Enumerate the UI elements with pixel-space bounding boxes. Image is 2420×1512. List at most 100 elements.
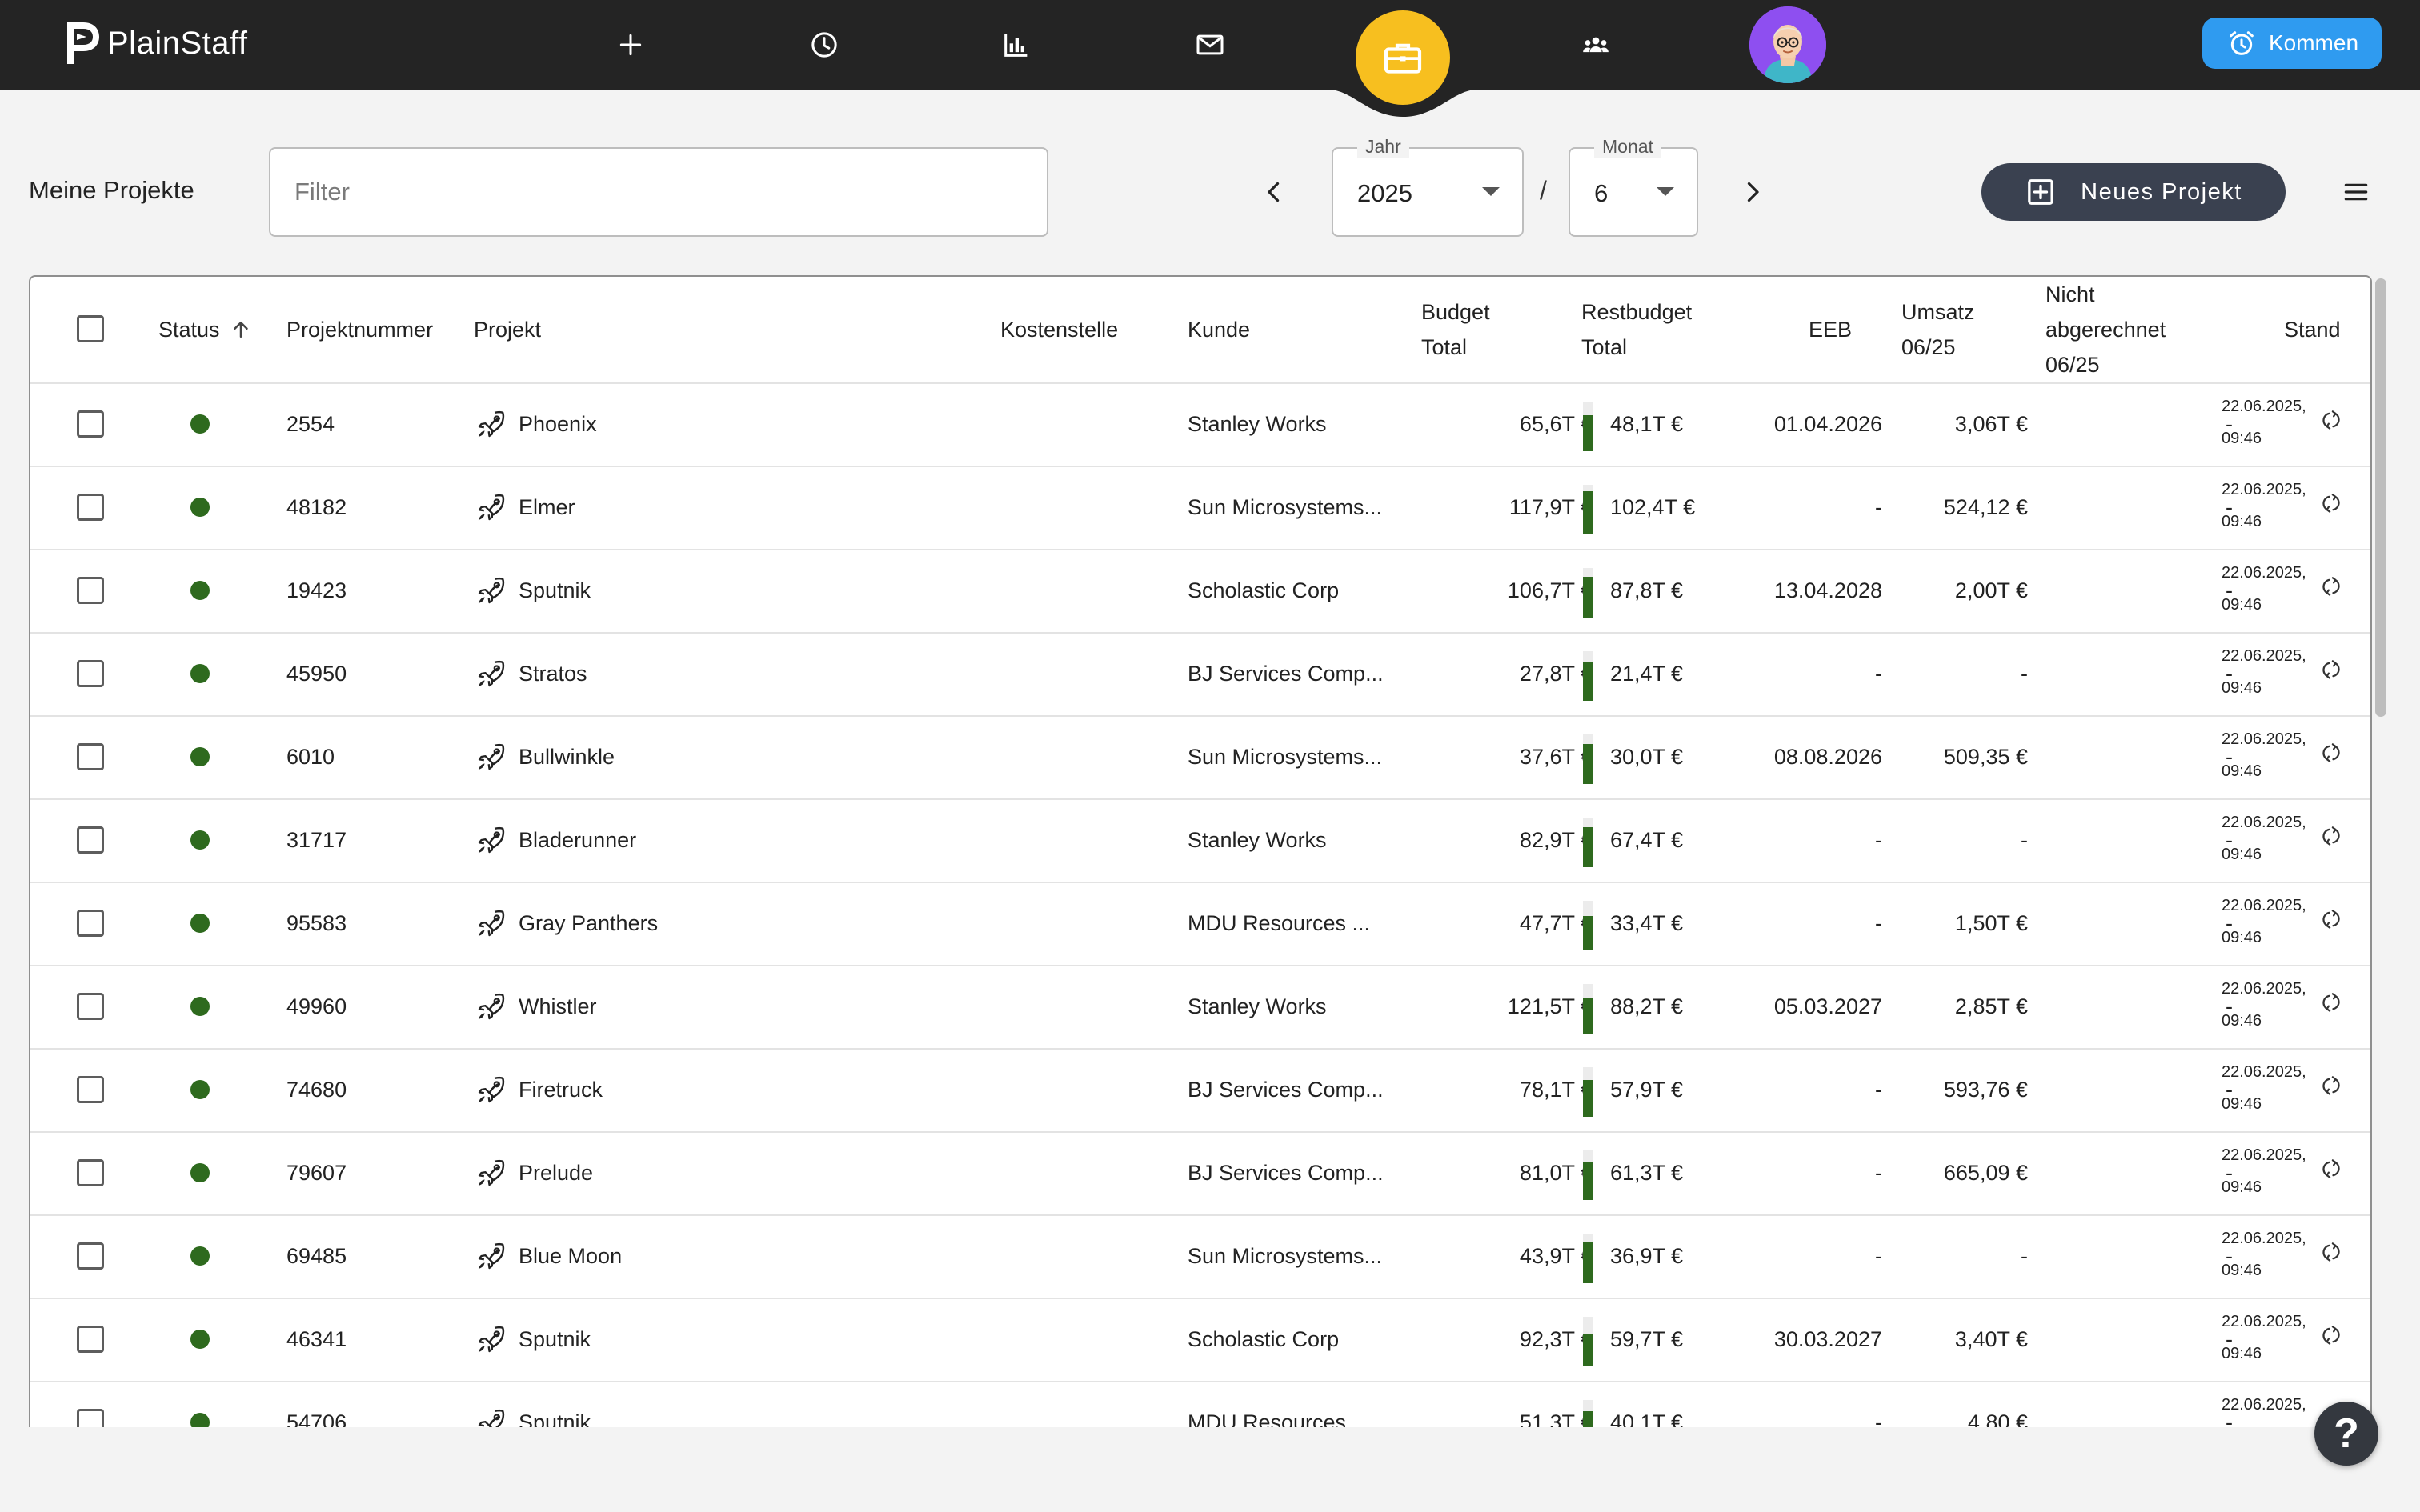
- projekt-cell[interactable]: Sputnik: [519, 1298, 591, 1381]
- table-row[interactable]: 79607 Prelude BJ Services Comp... 81,0T € 61…: [30, 1131, 2370, 1216]
- row-checkbox[interactable]: [77, 494, 104, 521]
- row-checkbox[interactable]: [77, 1409, 104, 1427]
- column-header-eeb[interactable]: EEB: [1809, 312, 1852, 347]
- menu-button[interactable]: [2332, 168, 2380, 216]
- kommen-button[interactable]: Kommen: [2202, 18, 2382, 69]
- refresh-icon[interactable]: [2319, 574, 2343, 598]
- table-row[interactable]: 69485 Blue Moon Sun Microsystems... 43,9T €…: [30, 1214, 2370, 1299]
- refresh-icon[interactable]: [2319, 824, 2343, 848]
- projekt-cell[interactable]: Blue Moon: [519, 1214, 622, 1298]
- projekt-cell[interactable]: Phoenix: [519, 382, 597, 466]
- column-header-status[interactable]: Status: [158, 312, 253, 347]
- refresh-icon[interactable]: [2319, 1074, 2343, 1098]
- rocket-icon: [475, 1240, 507, 1272]
- row-checkbox[interactable]: [77, 826, 104, 854]
- help-button[interactable]: ?: [2314, 1402, 2378, 1466]
- refresh-icon[interactable]: [2319, 408, 2343, 432]
- stand-time: 09:46: [2222, 1178, 2262, 1196]
- table-row[interactable]: 31717 Bladerunner Stanley Works 82,9T € 67,4…: [30, 798, 2370, 883]
- row-checkbox[interactable]: [77, 1326, 104, 1353]
- projektnummer-cell: 46341: [286, 1327, 347, 1351]
- refresh-icon[interactable]: [2319, 907, 2343, 931]
- nav-team-button[interactable]: [1572, 21, 1620, 69]
- next-period-button[interactable]: [1729, 168, 1777, 216]
- table-row[interactable]: 45950 Stratos BJ Services Comp... 27,8T € 21…: [30, 632, 2370, 717]
- projekt-cell[interactable]: Bullwinkle: [519, 715, 615, 798]
- column-header-stand[interactable]: Stand: [2284, 312, 2341, 347]
- row-checkbox[interactable]: [77, 410, 104, 438]
- user-avatar[interactable]: [1749, 6, 1826, 83]
- refresh-icon[interactable]: [2319, 1157, 2343, 1181]
- month-select[interactable]: Monat 6: [1569, 136, 1698, 237]
- column-header-projekt[interactable]: Projekt: [474, 312, 541, 347]
- refresh-icon[interactable]: [2319, 741, 2343, 765]
- eeb-cell: -: [1875, 1078, 1882, 1102]
- previous-period-button[interactable]: [1250, 168, 1298, 216]
- restbudget-bar: [1583, 901, 1593, 950]
- projekt-cell[interactable]: Stratos: [519, 632, 587, 715]
- rocket-icon: [475, 1323, 507, 1355]
- kommen-label: Kommen: [2268, 30, 2359, 55]
- vertical-scrollbar[interactable]: [2375, 278, 2386, 717]
- projekt-cell[interactable]: Sputnik: [519, 549, 591, 632]
- nav-add-button[interactable]: [607, 21, 655, 69]
- nav-projects-button[interactable]: [1356, 10, 1450, 105]
- table-row[interactable]: 6010 Bullwinkle Sun Microsystems... 37,6T €…: [30, 715, 2370, 800]
- projekt-cell[interactable]: Firetruck: [519, 1048, 603, 1131]
- table-row[interactable]: 74680 Firetruck BJ Services Comp... 78,1T €…: [30, 1048, 2370, 1133]
- row-checkbox[interactable]: [77, 660, 104, 687]
- row-checkbox[interactable]: [77, 993, 104, 1020]
- restbudget-bar-fill: [1583, 998, 1593, 1034]
- row-checkbox[interactable]: [77, 743, 104, 770]
- projekt-cell[interactable]: Sputnik: [519, 1381, 591, 1427]
- table-row[interactable]: 54706 Sputnik MDU Resources 51,3T € 40,1T € -…: [30, 1381, 2370, 1427]
- table-row[interactable]: 46341 Sputnik Scholastic Corp 92,3T € 59,7T …: [30, 1298, 2370, 1382]
- year-select[interactable]: Jahr 2025: [1332, 136, 1524, 237]
- row-checkbox[interactable]: [77, 1076, 104, 1103]
- column-header-restbudget[interactable]: Restbudget Total: [1581, 294, 1692, 365]
- table-row[interactable]: 2554 Phoenix Stanley Works 65,6T € 48,1T € 01…: [30, 382, 2370, 467]
- column-header-nicht-abgerechnet[interactable]: Nicht abgerechnet 06/25: [2045, 277, 2166, 382]
- column-header-umsatz[interactable]: Umsatz 06/25: [1901, 294, 1975, 365]
- projekt-cell[interactable]: Gray Panthers: [519, 882, 658, 965]
- refresh-icon[interactable]: [2319, 491, 2343, 515]
- column-header-projektnummer[interactable]: Projektnummer: [286, 312, 433, 347]
- filter-field[interactable]: [269, 147, 1048, 237]
- select-all-checkbox[interactable]: [77, 315, 104, 342]
- projekt-cell[interactable]: Whistler: [519, 965, 597, 1048]
- nav-reports-button[interactable]: [992, 21, 1040, 69]
- status-indicator: [190, 830, 210, 850]
- refresh-icon[interactable]: [2319, 990, 2343, 1014]
- projekt-cell[interactable]: Elmer: [519, 466, 575, 549]
- table-row[interactable]: 48182 Elmer Sun Microsystems... 117,9T € 102…: [30, 466, 2370, 550]
- nav-time-button[interactable]: [800, 21, 848, 69]
- refresh-icon[interactable]: [2319, 658, 2343, 682]
- bottom-area: [0, 1427, 2420, 1512]
- table-header-row: Status Projektnummer Projekt Kostenstell…: [30, 277, 2370, 384]
- column-header-kunde[interactable]: Kunde: [1188, 312, 1250, 347]
- nav-mail-button[interactable]: [1186, 21, 1234, 69]
- filter-input[interactable]: [270, 149, 1047, 235]
- sort-ascending-icon[interactable]: [229, 318, 253, 342]
- row-checkbox[interactable]: [77, 1159, 104, 1186]
- budget-cell: 51,3T €: [1519, 1410, 1593, 1427]
- refresh-icon[interactable]: [2319, 1323, 2343, 1347]
- nicht-abgerechnet-cell: -: [2226, 1161, 2233, 1185]
- status-indicator: [190, 747, 210, 766]
- column-header-kostenstelle[interactable]: Kostenstelle: [1000, 312, 1118, 347]
- table-row[interactable]: 19423 Sputnik Scholastic Corp 106,7T € 87,8T…: [30, 549, 2370, 634]
- refresh-icon[interactable]: [2319, 1240, 2343, 1264]
- row-checkbox[interactable]: [77, 577, 104, 604]
- column-header-budget[interactable]: Budget Total: [1421, 294, 1490, 365]
- table-row[interactable]: 49960 Whistler Stanley Works 121,5T € 88,2T …: [30, 965, 2370, 1050]
- row-checkbox[interactable]: [77, 910, 104, 937]
- eeb-cell: -: [1875, 828, 1882, 852]
- app-logo[interactable]: PlainStaff: [62, 19, 248, 67]
- new-project-label: Neues Projekt: [2081, 178, 2242, 205]
- row-checkbox[interactable]: [77, 1242, 104, 1270]
- new-project-button[interactable]: Neues Projekt: [1981, 163, 2286, 221]
- projekt-cell[interactable]: Bladerunner: [519, 798, 636, 882]
- projekt-cell[interactable]: Prelude: [519, 1131, 593, 1214]
- umsatz-cell: 665,09 €: [1943, 1161, 2028, 1185]
- table-row[interactable]: 95583 Gray Panthers MDU Resources ... 47,7T…: [30, 882, 2370, 966]
